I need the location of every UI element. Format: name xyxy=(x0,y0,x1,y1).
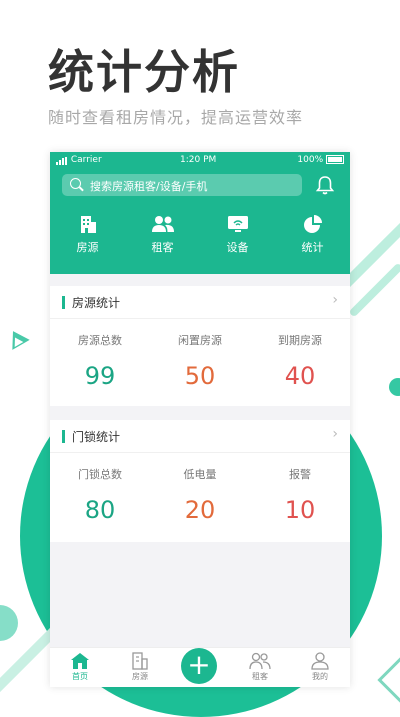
tab-home[interactable]: 首页 xyxy=(50,648,110,682)
background-dot xyxy=(0,605,18,641)
clock: 1:20 PM xyxy=(180,155,217,165)
nav-item-stats[interactable]: 统计 xyxy=(275,214,350,255)
nav-item-tenants[interactable]: 租客 xyxy=(125,214,200,255)
carrier-label: Carrier xyxy=(70,155,102,165)
signal-icon xyxy=(56,155,68,165)
card-title: 房源统计 xyxy=(72,296,121,310)
metric-value: 99 xyxy=(84,362,116,390)
metric-expiring-housing[interactable]: 到期房源 40 xyxy=(250,332,350,390)
lock-stats-header[interactable]: 门锁统计 › xyxy=(50,420,350,453)
battery-label: 100% xyxy=(297,155,324,165)
people-icon xyxy=(151,216,174,232)
housing-stats-card: 房源统计 › 房源总数 99 闲置房源 50 到期房源 40 xyxy=(50,286,350,406)
metric-vacant-housing[interactable]: 闲置房源 50 xyxy=(150,332,250,390)
nav-item-label: 统计 xyxy=(301,241,324,254)
battery-indicator: 100% xyxy=(297,155,344,165)
header-area: Carrier 1:20 PM 100% 搜索房源租客/设备/手机 房源 租客 … xyxy=(50,152,350,274)
metric-value: 20 xyxy=(184,496,216,524)
building-outline-icon xyxy=(132,652,148,670)
metric-alarms[interactable]: 报警 10 xyxy=(250,466,350,524)
chevron-right-icon: › xyxy=(332,292,338,308)
metric-label: 闲置房源 xyxy=(178,334,222,347)
search-placeholder: 搜索房源租客/设备/手机 xyxy=(90,180,208,193)
tab-label: 租客 xyxy=(252,672,268,681)
person-icon xyxy=(311,652,329,670)
background-diamond xyxy=(377,657,400,703)
metric-label: 房源总数 xyxy=(78,334,122,347)
metric-label: 报警 xyxy=(289,468,311,481)
metric-label: 低电量 xyxy=(183,468,217,481)
nav-item-label: 设备 xyxy=(226,241,249,254)
tab-label: 首页 xyxy=(72,672,88,681)
search-bar[interactable]: 搜索房源租客/设备/手机 xyxy=(62,174,302,196)
tab-label: 我的 xyxy=(312,672,328,681)
quick-nav: 房源 租客 设备 统计 xyxy=(50,214,350,268)
nav-item-devices[interactable]: 设备 xyxy=(200,214,275,255)
people-outline-icon xyxy=(249,652,271,670)
metric-low-battery[interactable]: 低电量 20 xyxy=(150,466,250,524)
card-title: 门锁统计 xyxy=(72,430,121,444)
search-icon xyxy=(70,178,81,189)
metric-value: 50 xyxy=(184,362,216,390)
status-bar: Carrier 1:20 PM 100% xyxy=(50,152,350,168)
promo-subline: 随时查看租房情况，提高运营效率 xyxy=(48,108,304,127)
pie-chart-icon xyxy=(303,215,322,233)
promo-headline: 统计分析 xyxy=(48,45,240,99)
nav-item-label: 租客 xyxy=(151,241,174,254)
lock-stats-card: 门锁统计 › 门锁总数 80 低电量 20 报警 10 xyxy=(50,420,350,542)
nav-item-housing[interactable]: 房源 xyxy=(50,214,125,255)
tab-tenants[interactable]: 租客 xyxy=(230,648,290,682)
tab-label: 房源 xyxy=(132,672,148,681)
nav-item-label: 房源 xyxy=(76,241,99,254)
metric-value: 10 xyxy=(284,496,316,524)
background-dot xyxy=(389,378,400,396)
metric-label: 到期房源 xyxy=(278,334,322,347)
phone-screen: Carrier 1:20 PM 100% 搜索房源租客/设备/手机 房源 租客 … xyxy=(50,152,350,687)
title-accent-bar xyxy=(62,430,65,443)
building-icon xyxy=(80,216,96,233)
battery-icon xyxy=(326,155,344,164)
bell-icon[interactable] xyxy=(314,174,336,196)
chevron-right-icon: › xyxy=(332,426,338,442)
metric-total-housing[interactable]: 房源总数 99 xyxy=(50,332,150,390)
home-icon xyxy=(71,653,89,669)
add-button[interactable]: + xyxy=(181,648,217,684)
title-accent-bar xyxy=(62,296,65,309)
metric-value: 80 xyxy=(84,496,116,524)
wifi-device-icon xyxy=(227,216,248,232)
tab-profile[interactable]: 我的 xyxy=(290,648,350,682)
metric-total-locks[interactable]: 门锁总数 80 xyxy=(50,466,150,524)
metric-label: 门锁总数 xyxy=(78,468,122,481)
tab-housing[interactable]: 房源 xyxy=(110,648,170,682)
metric-value: 40 xyxy=(284,362,316,390)
carrier-indicator: Carrier xyxy=(56,155,102,165)
housing-stats-header[interactable]: 房源统计 › xyxy=(50,286,350,319)
